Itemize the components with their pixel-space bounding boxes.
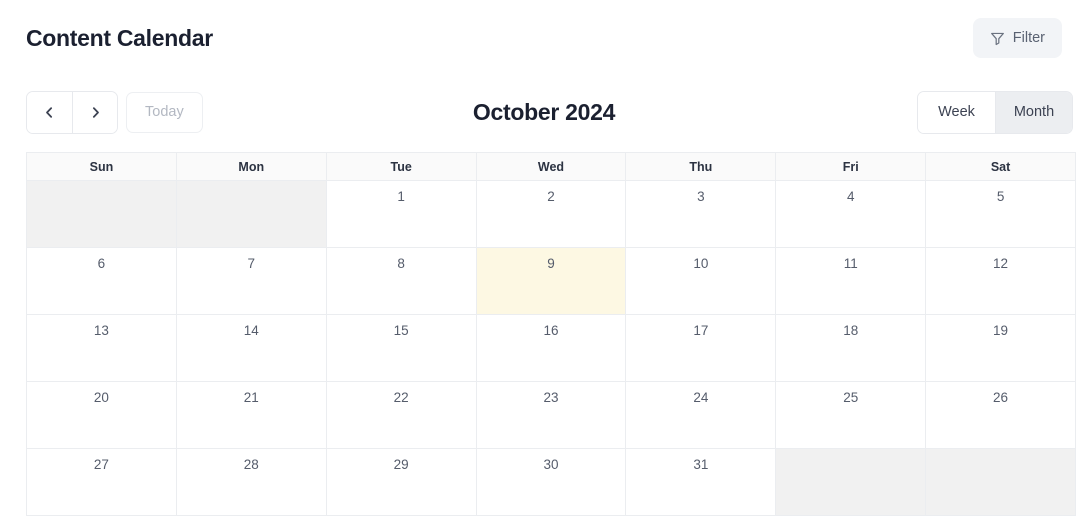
calendar-day-cell[interactable]: 4 — [776, 181, 927, 248]
calendar-day-cell[interactable]: 19 — [926, 315, 1076, 382]
day-number: 28 — [243, 457, 259, 472]
weekday-sat: Sat — [926, 153, 1076, 181]
weekday-header-row: Sun Mon Tue Wed Thu Fri Sat — [27, 153, 1076, 181]
filter-label: Filter — [1012, 30, 1045, 46]
calendar-day-cell[interactable]: 18 — [776, 315, 927, 382]
day-number: 8 — [397, 256, 405, 271]
calendar-week-row: 6 7 8 9 10 11 12 — [27, 248, 1076, 315]
day-number: 20 — [93, 390, 109, 405]
funnel-icon — [990, 31, 1005, 46]
calendar-day-cell[interactable]: 29 — [326, 449, 477, 516]
day-number: 31 — [693, 457, 709, 472]
day-number: 9 — [547, 256, 555, 271]
day-number: 22 — [393, 390, 409, 405]
calendar-day-cell[interactable]: 7 — [176, 248, 327, 315]
day-number: 7 — [247, 256, 256, 271]
calendar-day-cell[interactable]: 1 — [326, 181, 477, 248]
calendar-day-cell[interactable]: 22 — [326, 382, 477, 449]
filter-button[interactable]: Filter — [972, 18, 1062, 58]
calendar-day-cell[interactable]: 30 — [476, 449, 627, 516]
view-toggle-week[interactable]: Week — [918, 91, 995, 133]
calendar-week-row: 20 21 22 23 24 25 26 — [27, 382, 1076, 449]
day-number: 5 — [996, 189, 1005, 204]
day-number: 6 — [97, 256, 106, 271]
view-toggle-month[interactable]: Month — [995, 91, 1072, 133]
page-header: Content Calendar Filter — [0, 0, 1088, 76]
view-toggle-group: Week Month — [917, 90, 1073, 134]
day-number: 16 — [543, 323, 559, 338]
calendar-day-cell[interactable]: 20 — [27, 382, 177, 449]
calendar-day-cell[interactable]: 15 — [326, 315, 477, 382]
day-number: 2 — [547, 189, 555, 204]
calendar-day-cell-today[interactable]: 9 — [476, 248, 627, 315]
calendar-week-row: 27 28 29 30 31 — [27, 449, 1076, 516]
weekday-thu: Thu — [626, 153, 777, 181]
day-number: 30 — [543, 457, 559, 472]
day-number: 19 — [993, 323, 1009, 338]
day-number: 10 — [693, 256, 709, 271]
content-calendar-page: Content Calendar Filter Today October 20… — [0, 0, 1088, 518]
calendar-day-cell[interactable]: 8 — [326, 248, 477, 315]
day-number: 27 — [93, 457, 109, 472]
day-number: 13 — [93, 323, 109, 338]
calendar-day-cell[interactable]: 28 — [176, 449, 327, 516]
calendar-toolbar: Today October 2024 Week Month — [0, 76, 1088, 148]
day-number: 21 — [243, 390, 259, 405]
calendar-week-row: 13 14 15 16 17 18 19 — [27, 315, 1076, 382]
day-number: 24 — [693, 390, 709, 405]
calendar-day-cell[interactable]: 13 — [27, 315, 177, 382]
day-number: 23 — [543, 390, 559, 405]
calendar-grid: Sun Mon Tue Wed Thu Fri Sat 1 2 3 4 5 6 7 8 9 10 1… — [26, 152, 1076, 516]
day-number: 29 — [393, 457, 409, 472]
calendar-day-cell — [176, 181, 327, 248]
calendar-day-cell[interactable]: 14 — [176, 315, 327, 382]
weekday-sun: Sun — [27, 153, 177, 181]
day-number: 14 — [243, 323, 259, 338]
weekday-mon: Mon — [176, 153, 327, 181]
calendar-week-row: 1 2 3 4 5 — [27, 181, 1076, 248]
page-title: Content Calendar — [26, 24, 213, 51]
calendar-day-cell[interactable]: 6 — [27, 248, 177, 315]
day-number: 25 — [843, 390, 859, 405]
calendar-day-cell[interactable]: 5 — [926, 181, 1076, 248]
day-number: 26 — [993, 390, 1009, 405]
calendar-day-cell — [27, 181, 177, 248]
calendar-day-cell[interactable]: 3 — [626, 181, 777, 248]
day-number: 11 — [843, 256, 858, 271]
weekday-fri: Fri — [776, 153, 927, 181]
calendar-day-cell[interactable]: 31 — [626, 449, 777, 516]
calendar-day-cell[interactable]: 25 — [776, 382, 927, 449]
calendar-day-cell — [776, 449, 927, 516]
calendar-day-cell[interactable]: 27 — [27, 449, 177, 516]
day-number: 3 — [697, 189, 705, 204]
day-number: 12 — [993, 256, 1009, 271]
weekday-tue: Tue — [326, 153, 477, 181]
calendar-weeks: 1 2 3 4 5 6 7 8 9 10 11 12 13 14 15 16 17 18 19 20 21 22 23 24 2… — [27, 181, 1076, 516]
calendar-day-cell[interactable]: 24 — [626, 382, 777, 449]
calendar-day-cell — [926, 449, 1076, 516]
calendar-day-cell[interactable]: 2 — [476, 181, 627, 248]
calendar-day-cell[interactable]: 26 — [926, 382, 1076, 449]
calendar-day-cell[interactable]: 11 — [776, 248, 927, 315]
day-number: 17 — [693, 323, 709, 338]
calendar-day-cell[interactable]: 17 — [626, 315, 777, 382]
calendar-day-cell[interactable]: 10 — [626, 248, 777, 315]
day-number: 1 — [397, 189, 405, 204]
day-number: 15 — [393, 323, 409, 338]
weekday-wed: Wed — [476, 153, 627, 181]
calendar-day-cell[interactable]: 12 — [926, 248, 1076, 315]
day-number: 18 — [843, 323, 859, 338]
calendar-day-cell[interactable]: 21 — [176, 382, 327, 449]
day-number: 4 — [846, 189, 855, 204]
calendar-day-cell[interactable]: 16 — [476, 315, 627, 382]
calendar-day-cell[interactable]: 23 — [476, 382, 627, 449]
